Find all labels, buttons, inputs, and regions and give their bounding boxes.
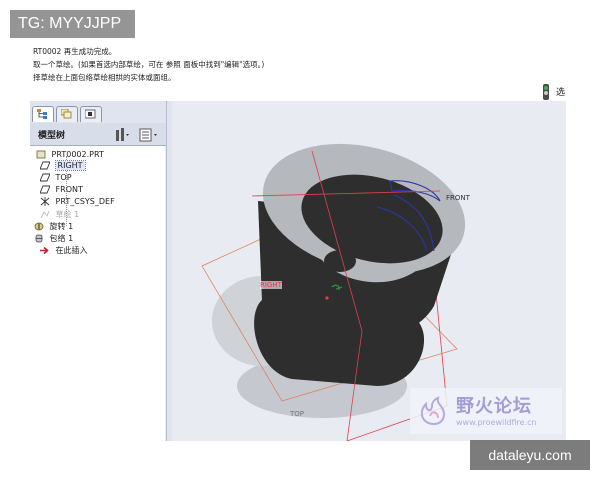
csys-icon	[40, 197, 50, 206]
navigator-tabs	[30, 101, 170, 123]
datum-plane-icon	[40, 185, 50, 194]
model-tree: PRT0002.PRT RIGHT TOP FRONT PRT_CSYS_DEF…	[30, 146, 165, 441]
layer-tab[interactable]	[56, 106, 78, 122]
watermark-bottom: dataleyu.com	[470, 440, 590, 470]
revolve-icon	[34, 222, 44, 231]
model-tree-title: 模型树	[38, 131, 66, 141]
model-tree-tab[interactable]	[32, 106, 54, 122]
tree-item-label: 旋转 1	[49, 222, 74, 231]
watermark-top: TG: MYYJJPP	[10, 10, 135, 38]
model-tree-tab-icon	[37, 109, 47, 119]
forum-logo-url: www.proewildfire.cn	[456, 418, 537, 427]
traffic-light-icon	[543, 84, 549, 100]
forum-logo: 野火论坛 www.proewildfire.cn	[410, 388, 562, 434]
tree-item-wrap[interactable]: 包络 1	[34, 233, 73, 245]
tree-item-sketch[interactable]: 草绘 1	[40, 209, 79, 221]
insert-here-icon	[40, 246, 49, 255]
folder-tab-icon	[85, 109, 96, 119]
tree-item-label: PRT_CSYS_DEF	[55, 197, 115, 206]
tree-item-label: 在此插入	[55, 246, 88, 255]
tree-item-insert-here[interactable]: 在此插入	[40, 245, 88, 257]
tree-item-front[interactable]: FRONT	[40, 185, 83, 197]
datum-label-top[interactable]: TOP	[290, 410, 304, 418]
flame-logo-icon	[420, 396, 446, 426]
message-line-2: 取一个草绘。(如果首选内部草绘，可在 参照 面板中找到"编辑"选项。)	[33, 60, 265, 69]
select-button-label: 选	[556, 88, 566, 98]
show-icon[interactable]	[139, 128, 157, 142]
tree-root-label: PRT0002.PRT	[51, 150, 104, 159]
tree-item-top[interactable]: TOP	[40, 173, 72, 185]
tree-tools	[116, 128, 157, 142]
navigator-panel: 模型树 PRT0002.PRT RIGHT TOP FRONT PRT_CSYS…	[30, 101, 170, 441]
part-icon	[36, 150, 46, 159]
tree-item-right[interactable]: RIGHT	[40, 160, 86, 173]
tree-item-label: RIGHT	[54, 160, 86, 171]
tree-item-label: TOP	[55, 173, 72, 182]
tree-item-label: 草绘 1	[55, 210, 80, 219]
datum-plane-icon	[40, 161, 50, 170]
model-hole	[324, 250, 356, 272]
folder-tab[interactable]	[80, 106, 102, 122]
message-line-1: RT0002 再生成功完成。	[33, 47, 117, 56]
datum-plane-icon	[40, 173, 50, 182]
select-button[interactable]: 选	[536, 82, 566, 102]
tree-item-label: FRONT	[55, 185, 83, 194]
tree-item-label: 包络 1	[49, 234, 74, 243]
layer-tab-icon	[61, 109, 72, 119]
forum-logo-text: 野火论坛	[456, 396, 532, 417]
tree-item-revolve[interactable]: 旋转 1	[34, 221, 73, 233]
settings-icon[interactable]	[116, 128, 129, 141]
datum-label-front[interactable]: FRONT	[446, 194, 470, 202]
wrap-icon	[35, 234, 43, 243]
datum-label-right[interactable]: RIGHT	[260, 281, 282, 289]
screenshot-frame: RT0002 再生成功完成。 取一个草绘。(如果首选内部草绘，可在 参照 面板中…	[0, 0, 600, 480]
message-line-3: 择草绘在上面包络草绘相拱的实体或面组。	[33, 73, 176, 82]
model-tree-header: 模型树	[30, 123, 170, 146]
tree-item-csys[interactable]: PRT_CSYS_DEF	[40, 197, 115, 209]
sketch-icon	[40, 210, 50, 219]
message-area: RT0002 再生成功完成。 取一个草绘。(如果首选内部草绘，可在 参照 面板中…	[30, 40, 566, 110]
